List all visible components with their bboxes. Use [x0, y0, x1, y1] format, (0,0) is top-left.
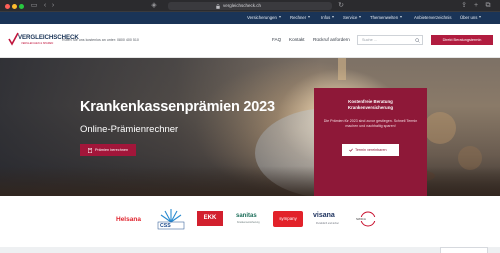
hero-title: Krankenkassenprämien 2023: [80, 99, 275, 115]
visana-tagline: Persönlich und sicher: [316, 222, 339, 225]
forward-icon[interactable]: ›: [50, 2, 56, 10]
nav-rueckruf[interactable]: Rückruf anfordern: [313, 37, 350, 42]
hotline-text: Rufen Sie uns kostenlos an unter: 0800 4…: [62, 38, 139, 42]
ekk-logo[interactable]: EKK: [197, 211, 223, 226]
direct-appointment-button[interactable]: Direkt Beratungstermin: [431, 35, 493, 45]
calculate-premiums-label: Prämien berechnen: [95, 148, 129, 152]
consultation-box: Kostenfreie Beratung Krankenversicherung…: [314, 88, 427, 196]
new-tab-icon[interactable]: +: [472, 2, 480, 10]
reload-icon[interactable]: ↻: [338, 2, 344, 10]
nav-item-rechner[interactable]: Rechner: [290, 12, 311, 24]
site-header: VERGLEICHSCHECK VERGLEICHEN & SPAREN Ruf…: [0, 24, 500, 58]
top-navigation: Versicherungen Rechner Infos Service The…: [0, 12, 500, 24]
address-bar[interactable]: vergleichscheck.ch: [168, 2, 332, 10]
search-placeholder: Suche ...: [362, 38, 377, 42]
sympany-logo[interactable]: sympany: [273, 211, 303, 227]
consultation-text: Die Prämien für 2023 sind zuvor gestiege…: [323, 119, 418, 129]
nav-item-themenwelten[interactable]: Themenwelten: [370, 12, 403, 24]
close-window-button[interactable]: [5, 3, 10, 9]
search-icon[interactable]: [415, 38, 420, 43]
helsana-logo[interactable]: Helsana: [116, 216, 141, 223]
back-icon[interactable]: ‹: [42, 2, 48, 10]
check-icon: [349, 148, 353, 152]
consultation-title-line2: Krankenversicherung: [347, 105, 394, 110]
visana-logo[interactable]: visana: [313, 212, 335, 219]
privacy-shield-icon[interactable]: ◈: [150, 2, 158, 10]
sanitas-tagline: Krankenversicherung: [237, 221, 260, 224]
search-input[interactable]: Suche ...: [357, 35, 423, 45]
share-icon[interactable]: ⇪: [460, 2, 468, 10]
minimize-window-button[interactable]: [12, 3, 17, 9]
nav-item-ueber-uns[interactable]: Über uns: [460, 12, 482, 24]
page-footer-strip: [0, 247, 500, 253]
chevron-down-icon: [332, 16, 335, 19]
chevron-down-icon: [400, 16, 403, 19]
sidebar-toggle-icon[interactable]: ▭: [30, 2, 38, 10]
lock-icon: [216, 3, 220, 9]
hero-section: Krankenkassenprämien 2023 Online-Prämien…: [0, 58, 500, 196]
chat-widget-tab[interactable]: [440, 247, 488, 253]
swica-logo-text: SWICA: [356, 217, 366, 221]
url-text: vergleichscheck.ch: [223, 3, 262, 8]
sanitas-logo[interactable]: sanitas: [236, 213, 257, 219]
calculator-icon: [88, 147, 92, 153]
css-logo[interactable]: CSS: [156, 208, 186, 230]
nav-kontakt[interactable]: Kontakt: [289, 37, 305, 42]
chevron-down-icon: [479, 16, 482, 19]
calculate-premiums-button[interactable]: Prämien berechnen: [80, 144, 136, 156]
nav-item-versicherungen[interactable]: Versicherungen: [247, 12, 281, 24]
css-logo-text: CSS: [160, 223, 171, 229]
nav-item-service[interactable]: Service: [343, 12, 362, 24]
partner-logos: Helsana CSS EKK sanitas Krankenversicher…: [0, 196, 500, 247]
chevron-down-icon: [278, 16, 281, 19]
book-appointment-button[interactable]: Termin vereinbaren: [342, 144, 399, 156]
chevron-down-icon: [359, 16, 362, 19]
nav-item-infos[interactable]: Infos: [321, 12, 335, 24]
nav-item-anbieterverzeichnis[interactable]: Anbieterverzeichnis: [414, 12, 452, 24]
site-logo[interactable]: VERGLEICHSCHECK VERGLEICHEN & SPAREN: [8, 32, 79, 50]
nav-faq[interactable]: FAQ: [272, 37, 281, 42]
chevron-down-icon: [308, 16, 311, 19]
tab-overview-icon[interactable]: ⧉: [484, 2, 492, 10]
hero-subtitle: Online-Prämienrechner: [80, 124, 179, 135]
zoom-window-button[interactable]: [19, 3, 24, 9]
consultation-title: Kostenfreie Beratung Krankenversicherung: [314, 99, 427, 111]
browser-toolbar: ▭ ‹ › ◈ vergleichscheck.ch ↻ ⇪ + ⧉: [0, 0, 500, 12]
logo-tagline: VERGLEICHEN & SPAREN: [21, 42, 54, 45]
book-appointment-label: Termin vereinbaren: [355, 148, 387, 152]
